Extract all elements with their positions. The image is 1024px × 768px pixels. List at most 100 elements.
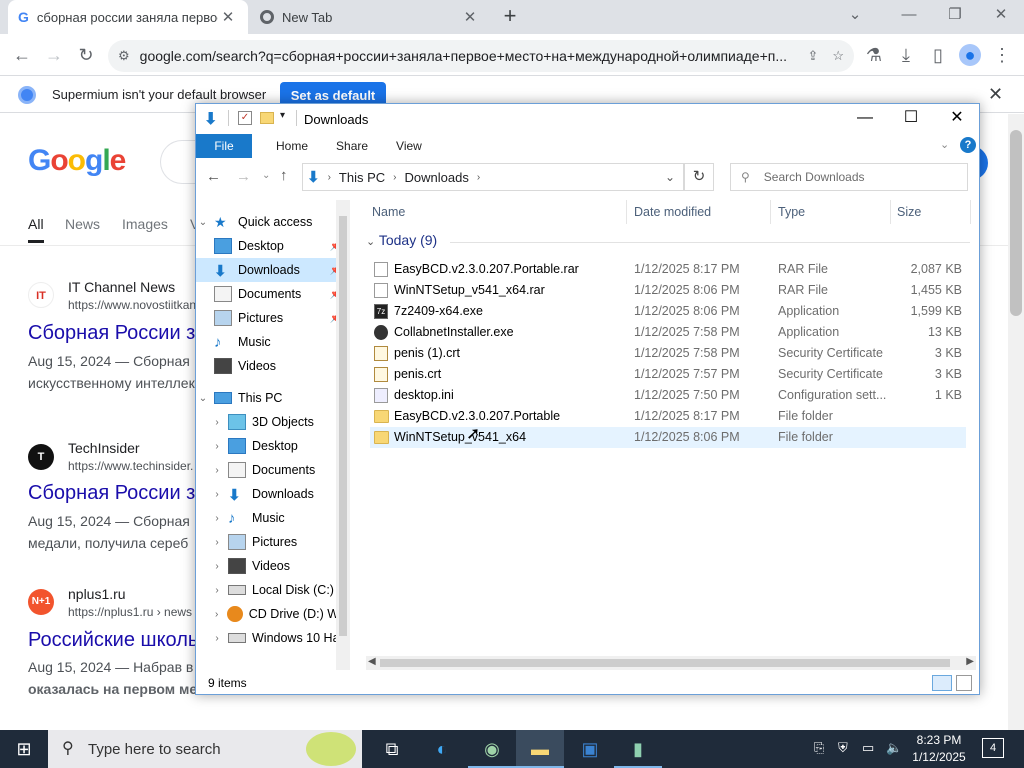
restore-button[interactable]: ❐ <box>932 0 978 34</box>
security-shield-icon[interactable]: ⛨ <box>838 740 848 756</box>
help-icon[interactable]: ? <box>960 137 976 153</box>
result-url[interactable]: https://www.techinsider. <box>68 459 193 473</box>
nav-quick-access[interactable]: ⌄ ★ Quick access <box>196 210 346 234</box>
result-title[interactable]: Российские школь <box>28 629 198 652</box>
expand-chevron-icon[interactable]: › <box>210 585 224 596</box>
nav-music[interactable]: ♪ Music <box>196 330 346 354</box>
expand-chevron-icon[interactable]: › <box>210 633 224 644</box>
collapse-chevron-icon[interactable]: ⌄ <box>196 393 210 404</box>
ribbon-tab-share[interactable]: Share <box>322 134 382 158</box>
folder-row-hovered[interactable]: WinNTSetup_v541_x64 1/12/2025 8:06 PM Fi… <box>370 427 966 448</box>
address-history-chevron-icon[interactable]: ⌄ <box>665 170 675 184</box>
result-title[interactable]: Сборная России з <box>28 482 195 505</box>
file-row[interactable]: CollabnetInstaller.exe 1/12/2025 7:58 PM… <box>370 322 966 343</box>
site-info-icon[interactable]: ⚙ <box>118 48 130 64</box>
expand-chevron-icon[interactable]: › <box>210 513 224 524</box>
column-type[interactable]: Type <box>778 205 805 219</box>
taskbar-search-box[interactable]: ⚲ Type here to search <box>48 730 362 768</box>
expand-chevron-icon[interactable]: › <box>210 561 224 572</box>
nav-pane-scrollbar-thumb[interactable] <box>339 216 347 636</box>
nav-3d-objects[interactable]: › 3D Objects <box>196 410 346 434</box>
explorer-address-box[interactable]: ⬇ › This PC › Downloads › ⌄ <box>302 163 684 191</box>
file-row[interactable]: WinNTSetup_v541_x64.rar 1/12/2025 8:06 P… <box>370 280 966 301</box>
back-button[interactable]: ← <box>8 41 36 69</box>
nav-local-disk[interactable]: › Local Disk (C:) <box>196 578 346 602</box>
nav-pictures-pinned[interactable]: Pictures 📌 <box>196 306 346 330</box>
new-tab-button[interactable]: + <box>498 4 522 28</box>
result-source[interactable]: TechInsider <box>68 440 140 456</box>
group-header-today[interactable]: ⌄ Today (9) <box>366 232 437 248</box>
supermium-browser-icon[interactable]: ◉ <box>468 730 516 768</box>
store-icon[interactable]: ▣ <box>566 730 614 768</box>
explorer-search-box[interactable]: ⚲ Search Downloads <box>730 163 968 191</box>
reload-button[interactable]: ↻ <box>72 41 100 69</box>
app-taskbar-icon[interactable]: ▮ <box>614 730 662 768</box>
details-view-icon[interactable] <box>932 675 952 691</box>
extension-icon[interactable]: ⚗ <box>860 41 888 69</box>
nav-videos[interactable]: Videos <box>196 354 346 378</box>
close-tab-icon[interactable]: ✕ <box>218 8 238 26</box>
explorer-titlebar[interactable]: ⬇ ✓ ▾ Downloads — ☐ ✕ <box>196 104 979 134</box>
file-explorer-taskbar-icon[interactable]: ▬ <box>516 730 564 768</box>
refresh-button[interactable]: ↻ <box>684 163 714 191</box>
result-source[interactable]: IT Channel News <box>68 279 175 295</box>
nav-documents-pinned[interactable]: Documents 📌 <box>196 282 346 306</box>
close-window-button[interactable]: ✕ <box>978 0 1024 34</box>
column-name[interactable]: Name <box>372 205 405 219</box>
breadcrumb-separator-icon[interactable]: › <box>328 172 331 183</box>
quick-access-toolbar-chevron-icon[interactable]: ▾ <box>280 110 285 121</box>
nav-pc-music[interactable]: › ♪ Music <box>196 506 346 530</box>
usb-device-icon[interactable]: ⎘ <box>814 740 824 756</box>
file-row[interactable]: penis.crt 1/12/2025 7:57 PM Security Cer… <box>370 364 966 385</box>
folder-row[interactable]: EasyBCD.v2.3.0.207.Portable 1/12/2025 8:… <box>370 406 966 427</box>
column-size[interactable]: Size <box>897 205 921 219</box>
collapse-chevron-icon[interactable]: ⌄ <box>196 217 210 228</box>
scroll-left-icon[interactable]: ◀ <box>368 656 376 667</box>
notification-center-icon[interactable]: 4 <box>982 738 1004 758</box>
task-view-icon[interactable]: ⧉ <box>368 730 416 768</box>
result-source[interactable]: nplus1.ru <box>68 586 126 602</box>
bookmark-star-icon[interactable]: ☆ <box>832 48 844 64</box>
result-url[interactable]: https://nplus1.ru › news <box>68 605 192 619</box>
nav-cd-drive[interactable]: › CD Drive (D:) W1 <box>196 602 346 626</box>
nav-back-icon[interactable]: ← <box>206 168 221 185</box>
file-row[interactable]: penis (1).crt 1/12/2025 7:58 PM Security… <box>370 343 966 364</box>
tab-search-chevron-icon[interactable]: ⌄ <box>832 0 878 34</box>
column-divider[interactable] <box>770 200 771 224</box>
taskbar-clock[interactable]: 8:23 PM 1/12/2025 <box>904 732 974 766</box>
large-icons-view-icon[interactable] <box>956 675 972 691</box>
result-url[interactable]: https://www.novostiitkan <box>68 298 196 312</box>
file-list-hscrollbar-thumb[interactable] <box>380 659 950 667</box>
network-icon[interactable]: ▭ <box>862 740 874 756</box>
nav-desktop-pinned[interactable]: Desktop 📌 <box>196 234 346 258</box>
google-logo[interactable]: Google <box>28 144 126 178</box>
browser-tab-active[interactable]: G сборная россии заняла первое ✕ <box>8 0 248 34</box>
ribbon-expand-chevron-icon[interactable]: ⌄ <box>940 138 949 151</box>
file-row[interactable]: desktop.ini 1/12/2025 7:50 PM Configurat… <box>370 385 966 406</box>
nav-downloads-pinned[interactable]: ⬇ Downloads 📌 <box>196 258 346 282</box>
collapse-chevron-icon[interactable]: ⌄ <box>366 236 375 248</box>
explorer-minimize-button[interactable]: — <box>842 104 888 134</box>
download-icon[interactable]: ⤓ <box>892 41 920 69</box>
nav-pc-videos[interactable]: › Videos <box>196 554 346 578</box>
menu-icon[interactable]: ⋮ <box>988 41 1016 69</box>
expand-chevron-icon[interactable]: › <box>210 609 223 620</box>
new-folder-icon[interactable] <box>260 112 274 124</box>
explorer-maximize-button[interactable]: ☐ <box>888 104 934 134</box>
address-bar[interactable]: ⚙ google.com/search?q=сборная+россии+зан… <box>108 40 854 72</box>
explorer-close-button[interactable]: ✕ <box>934 104 980 134</box>
column-divider[interactable] <box>890 200 891 224</box>
column-divider[interactable] <box>626 200 627 224</box>
breadcrumb-separator-icon[interactable]: › <box>477 172 480 183</box>
breadcrumb-separator-icon[interactable]: › <box>393 172 396 183</box>
nav-up-icon[interactable]: ↑ <box>280 167 288 184</box>
close-infobar-icon[interactable]: ✕ <box>988 84 1003 105</box>
nav-pc-downloads[interactable]: › ⬇ Downloads <box>196 482 346 506</box>
edge-browser-icon[interactable]: ◐ <box>418 730 466 768</box>
expand-chevron-icon[interactable]: › <box>210 441 224 452</box>
result-title[interactable]: Сборная России з <box>28 322 195 345</box>
ribbon-tab-file[interactable]: File <box>196 134 252 158</box>
column-date-modified[interactable]: Date modified <box>634 205 711 219</box>
ribbon-tab-view[interactable]: View <box>382 134 436 158</box>
file-row[interactable]: EasyBCD.v2.3.0.207.Portable.rar 1/12/202… <box>370 259 966 280</box>
